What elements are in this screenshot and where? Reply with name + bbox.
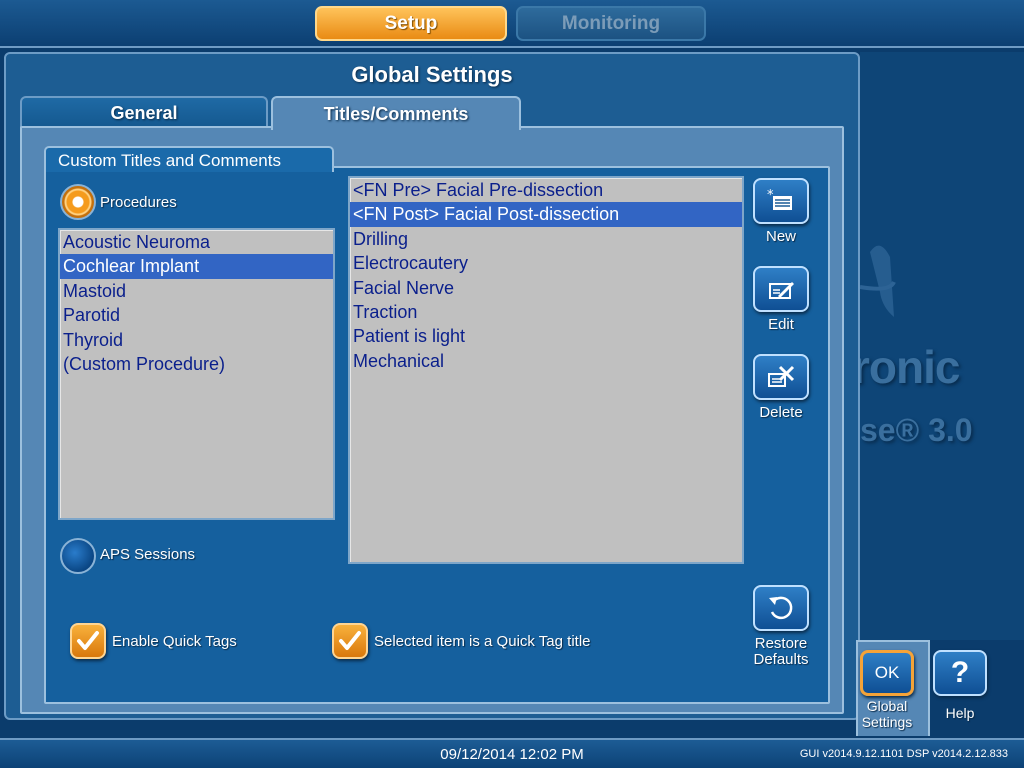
procedures-radio[interactable] (60, 184, 96, 220)
aps-sessions-radio-label: APS Sessions (100, 546, 196, 563)
quick-tag-title-label: Selected item is a Quick Tag title (374, 633, 591, 650)
tab-monitoring[interactable]: Monitoring (516, 6, 706, 41)
new-item-icon: * (767, 188, 792, 210)
background-brand-area: ronic se® 3.0 (860, 52, 1024, 640)
procedure-list-item[interactable]: Mastoid (60, 279, 333, 303)
background-brand-text: ronic (860, 341, 960, 393)
delete-icon (768, 365, 795, 387)
restore-label-line2: Defaults (753, 651, 809, 668)
status-bar: 09/12/2014 12:02 PM GUI v2014.9.12.1101 … (0, 738, 1024, 768)
titles-list[interactable]: <FN Pre> Facial Pre-dissection <FN Post> … (348, 176, 744, 564)
title-list-item[interactable]: Facial Nerve (350, 276, 742, 300)
title-list-item[interactable]: Drilling (350, 227, 742, 251)
procedure-list-item[interactable]: Parotid (60, 303, 333, 327)
title-list-item[interactable]: Electrocautery (350, 251, 742, 275)
procedure-list-item[interactable]: (Custom Procedure) (60, 352, 333, 376)
edit-button[interactable] (753, 266, 809, 312)
background-version-text: se® 3.0 (860, 412, 973, 448)
custom-titles-group-title: Custom Titles and Comments (44, 146, 334, 172)
global-label-line2: Settings (861, 714, 913, 730)
ok-button[interactable]: OK (860, 650, 914, 696)
procedure-list-item[interactable]: Cochlear Implant (60, 254, 333, 279)
tab-content: Procedures Acoustic Neuroma Cochlear Impl… (20, 126, 844, 714)
quick-tag-title-checkbox[interactable] (332, 623, 368, 659)
procedures-radio-label: Procedures (100, 194, 177, 211)
tab-general[interactable]: General (20, 96, 268, 128)
title-list-item[interactable]: <FN Post> Facial Post-dissection (350, 202, 742, 227)
status-versions: GUI v2014.9.12.1101 DSP v2014.2.12.833 (799, 748, 1008, 760)
brand-logo-icon (860, 245, 896, 317)
aps-sessions-radio[interactable] (60, 538, 96, 574)
top-bar: Setup Monitoring (0, 0, 1024, 48)
global-label-line1: Global (866, 698, 908, 714)
restore-label-line1: Restore (754, 635, 808, 652)
new-button-label: New (765, 228, 796, 245)
tab-setup[interactable]: Setup (315, 6, 507, 41)
checkmark-icon (77, 631, 99, 650)
global-settings-panel: Global Settings General Procedures Acous… (4, 52, 860, 720)
new-button[interactable]: * (753, 178, 809, 224)
help-label: Help (945, 705, 975, 721)
restore-defaults-button[interactable] (753, 585, 809, 631)
enable-quick-tags-label: Enable Quick Tags (112, 633, 237, 650)
checkmark-icon (339, 631, 361, 650)
title-list-item[interactable]: <FN Pre> Facial Pre-dissection (350, 178, 742, 202)
question-mark-icon: ? (950, 656, 970, 689)
procedures-list[interactable]: Acoustic Neuroma Cochlear Implant Mastoid P… (58, 228, 335, 520)
svg-text:*: * (767, 188, 774, 203)
restore-defaults-label: Restore Defaults (741, 636, 821, 668)
tab-titles-comments[interactable]: Titles/Comments (271, 96, 521, 130)
restore-icon (769, 596, 793, 620)
procedure-list-item[interactable]: Acoustic Neuroma (60, 230, 333, 254)
help-button[interactable]: ? (933, 650, 987, 696)
title-list-item[interactable]: Traction (350, 300, 742, 324)
title-list-item[interactable]: Patient is light (350, 324, 742, 348)
panel-title: Global Settings (351, 62, 513, 87)
title-list-item[interactable]: Mechanical (350, 349, 742, 373)
custom-titles-group: Procedures Acoustic Neuroma Cochlear Impl… (44, 166, 830, 704)
edit-icon (769, 282, 794, 299)
enable-quick-tags-checkbox[interactable] (70, 623, 106, 659)
procedure-list-item[interactable]: Thyroid (60, 328, 333, 352)
global-settings-label: Global Settings (847, 698, 927, 730)
delete-button[interactable] (753, 354, 809, 400)
edit-button-label: Edit (768, 316, 794, 333)
delete-button-label: Delete (759, 404, 803, 421)
